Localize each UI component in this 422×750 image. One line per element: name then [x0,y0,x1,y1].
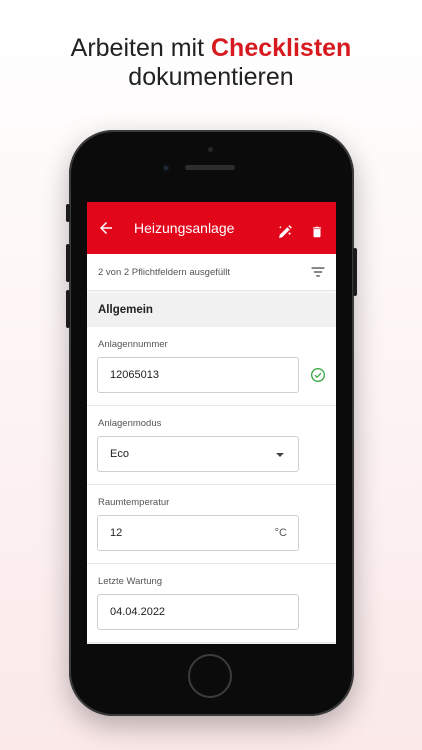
field-label: Letzte Wartung [98,576,163,587]
phone-frame: Heizungsanlage 2 von 2 Pflichtfeldern au… [66,130,357,716]
power-button [353,248,357,296]
headline-line-1: Arbeiten mit Checklisten [0,34,422,63]
field-value: 12 [110,527,123,539]
proximity-sensor [208,147,213,152]
unit-label: °C [274,527,287,539]
raumtemperatur-input[interactable]: 12 °C [97,515,299,551]
headline-accent: Checklisten [211,34,352,62]
section-header-allgemein: Allgemein [87,293,336,327]
page-title: Heizungsanlage [134,220,235,236]
field-value: 12065013 [110,369,159,381]
mute-switch [66,204,70,222]
field-anlagenmodus: Anlagenmodus Eco [87,406,336,485]
headline-line-2: dokumentieren [128,63,294,91]
anlagennummer-input[interactable]: 12065013 [97,357,299,393]
headline-prefix: Arbeiten mit [70,34,211,62]
pencil-sparkle-icon[interactable] [277,224,293,240]
field-anlagennummer: Anlagennummer 12065013 [87,327,336,406]
field-label: Anlagennummer [98,339,168,350]
headline: Arbeiten mit Checklisten dokumentieren [0,34,422,92]
field-label: Anlagenmodus [98,418,162,429]
filter-icon[interactable] [311,266,325,278]
trash-icon[interactable] [310,224,324,240]
arrow-left-icon[interactable] [97,219,115,237]
field-raumtemperatur: Raumtemperatur 12 °C [87,485,336,564]
app-bar: Heizungsanlage [87,202,336,254]
letzte-wartung-date-input[interactable]: 04.04.2022 [97,594,299,630]
required-fields-status: 2 von 2 Pflichtfeldern ausgefüllt [87,254,336,291]
volume-down-button [66,290,70,328]
front-camera [162,164,170,172]
field-letzte-wartung: Letzte Wartung 04.04.2022 [87,564,336,643]
required-fields-text: 2 von 2 Pflichtfeldern ausgefüllt [98,266,231,278]
field-label: Raumtemperatur [98,497,170,508]
field-value: 04.04.2022 [110,606,166,618]
next-section-header [87,643,336,644]
caret-down-icon [276,453,284,457]
section-title: Allgemein [98,304,153,316]
check-circle-icon [311,368,325,382]
earpiece-speaker [185,165,235,170]
volume-up-button [66,244,70,282]
anlagenmodus-select[interactable]: Eco [97,436,299,472]
home-button[interactable] [188,654,232,698]
app-screen: Heizungsanlage 2 von 2 Pflichtfeldern au… [87,202,336,644]
field-value: Eco [110,448,129,460]
